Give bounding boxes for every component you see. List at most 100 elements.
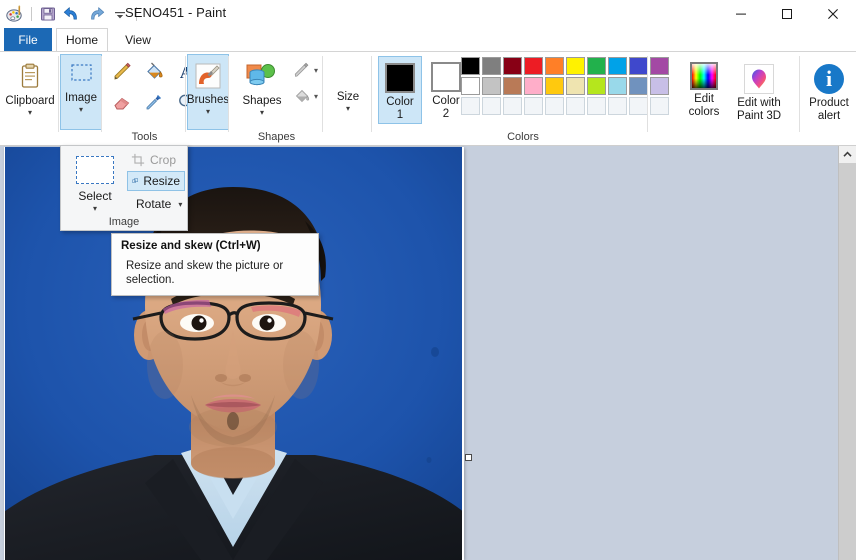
menu-item-resize[interactable]: Resize <box>127 171 185 191</box>
ribbon-group-colors: Color 1 Color 2 Edit colors Colors <box>373 52 682 145</box>
group-separator <box>799 56 800 132</box>
undo-icon[interactable] <box>61 3 83 25</box>
palette-swatch-1-9[interactable] <box>629 57 648 75</box>
size-button[interactable]: Size ▾ <box>327 56 369 128</box>
minimize-button[interactable] <box>718 0 764 28</box>
save-icon[interactable] <box>37 3 59 25</box>
redo-icon[interactable] <box>85 3 107 25</box>
color-1-swatch[interactable] <box>385 63 415 93</box>
palette-swatch-2-1[interactable] <box>461 77 480 95</box>
menu-item-crop[interactable]: Crop <box>127 150 183 170</box>
info-icon: i <box>814 64 844 94</box>
tooltip: Resize and skew (Ctrl+W) Resize and skew… <box>111 233 319 296</box>
group-separator <box>185 56 186 132</box>
edit-with-paint3d-button[interactable]: Edit with Paint 3D <box>722 58 796 128</box>
shapes-group-title: Shapes <box>230 131 323 143</box>
palette-swatch-1-1[interactable] <box>461 57 480 75</box>
ribbon-group-image: Image ▾ <box>60 52 102 145</box>
vertical-scrollbar[interactable] <box>838 146 856 560</box>
ribbon-tabs: File Home View ? <box>0 28 856 52</box>
shape-outline-button[interactable]: ▾ <box>292 60 318 80</box>
palette-swatch-1-7[interactable] <box>587 57 606 75</box>
scroll-up-arrow-icon[interactable] <box>839 146 856 163</box>
paint-app-icon[interactable] <box>4 3 26 25</box>
menu-item-rotate[interactable]: Rotate ▾ <box>127 194 185 214</box>
palette-swatch-3-2[interactable] <box>482 97 501 115</box>
palette-swatch-3-6[interactable] <box>566 97 585 115</box>
tab-file[interactable]: File <box>4 28 52 52</box>
tooltip-body: Resize and skew the picture or selection… <box>121 259 309 287</box>
tools-group-title: Tools <box>103 131 186 143</box>
select-caret-icon[interactable]: ▾ <box>93 204 97 213</box>
size-caret-icon[interactable]: ▾ <box>346 105 350 113</box>
palette-swatch-3-9[interactable] <box>629 97 648 115</box>
palette-swatch-2-8[interactable] <box>608 77 627 95</box>
palette-swatch-2-10[interactable] <box>650 77 669 95</box>
palette-swatch-1-4[interactable] <box>524 57 543 75</box>
ribbon: Clipboard ▾ Image ▾ <box>0 52 856 146</box>
fill-bucket-icon[interactable] <box>139 58 169 86</box>
group-separator <box>101 56 102 132</box>
palette-swatch-3-7[interactable] <box>587 97 606 115</box>
palette-swatch-1-8[interactable] <box>608 57 627 75</box>
palette-swatch-3-1[interactable] <box>461 97 480 115</box>
title-bar: SENO451 - Paint <box>0 0 856 28</box>
palette-swatch-2-5[interactable] <box>545 77 564 95</box>
brushes-caret-icon[interactable]: ▾ <box>206 108 210 116</box>
palette-swatch-3-8[interactable] <box>608 97 627 115</box>
brushes-button[interactable]: Brushes ▾ <box>187 54 229 130</box>
quick-access-toolbar <box>4 3 140 25</box>
shapes-button[interactable]: Shapes ▾ <box>236 56 288 128</box>
clipboard-button[interactable]: Clipboard ▾ <box>6 56 54 128</box>
shape-fill-caret-icon[interactable]: ▾ <box>314 92 318 101</box>
palette-swatch-2-7[interactable] <box>587 77 606 95</box>
palette-swatch-1-10[interactable] <box>650 57 669 75</box>
group-separator <box>371 56 372 132</box>
pencil-icon[interactable] <box>107 58 137 86</box>
image-caret-icon[interactable]: ▾ <box>79 106 83 114</box>
tab-home[interactable]: Home <box>56 28 108 51</box>
clipboard-caret-icon[interactable]: ▾ <box>28 109 32 117</box>
image-button[interactable]: Image ▾ <box>60 54 102 130</box>
palette-swatch-2-6[interactable] <box>566 77 585 95</box>
tab-view[interactable]: View <box>112 28 164 52</box>
color-2-swatch[interactable] <box>431 62 461 92</box>
brush-icon <box>193 61 223 91</box>
palette-swatch-3-10[interactable] <box>650 97 669 115</box>
qat-separator-1 <box>31 7 32 21</box>
shape-outline-caret-icon[interactable]: ▾ <box>314 66 318 75</box>
color-palette <box>461 57 670 116</box>
rotate-caret-icon[interactable]: ▾ <box>178 200 182 209</box>
palette-swatch-1-6[interactable] <box>566 57 585 75</box>
edit-colors-label-line2: colors <box>689 106 720 119</box>
palette-swatch-3-3[interactable] <box>503 97 522 115</box>
palette-swatch-3-4[interactable] <box>524 97 543 115</box>
shapes-label: Shapes <box>242 95 281 108</box>
palette-swatch-1-2[interactable] <box>482 57 501 75</box>
canvas-resize-handle[interactable] <box>465 454 472 461</box>
colors-group-title: Colors <box>373 131 673 143</box>
maximize-button[interactable] <box>764 0 810 28</box>
palette-swatch-1-3[interactable] <box>503 57 522 75</box>
close-button[interactable] <box>810 0 856 28</box>
eraser-icon[interactable] <box>107 88 137 116</box>
color-picker-icon[interactable] <box>139 88 169 116</box>
image-select-icon <box>66 61 96 89</box>
color-1-button[interactable]: Color 1 <box>378 56 422 124</box>
palette-swatch-2-9[interactable] <box>629 77 648 95</box>
shapes-caret-icon[interactable]: ▾ <box>260 109 264 117</box>
edit-colors-label-line1: Edit <box>694 93 714 106</box>
palette-swatch-2-4[interactable] <box>524 77 543 95</box>
product-alert-button[interactable]: i Product alert <box>803 58 855 128</box>
palette-swatch-2-2[interactable] <box>482 77 501 95</box>
palette-swatch-3-5[interactable] <box>545 97 564 115</box>
palette-swatch-1-5[interactable] <box>545 57 564 75</box>
palette-swatch-2-3[interactable] <box>503 77 522 95</box>
select-label: Select <box>78 189 111 203</box>
alert-label-line1: Product <box>809 97 849 110</box>
select-rect-icon <box>76 156 114 184</box>
select-button[interactable]: Select ▾ <box>67 150 123 220</box>
ribbon-group-shapes: Shapes ▾ ▾ ▾ Shapes <box>230 52 323 145</box>
shape-fill-button[interactable]: ▾ <box>292 86 318 106</box>
size-lines-icon <box>327 62 369 88</box>
